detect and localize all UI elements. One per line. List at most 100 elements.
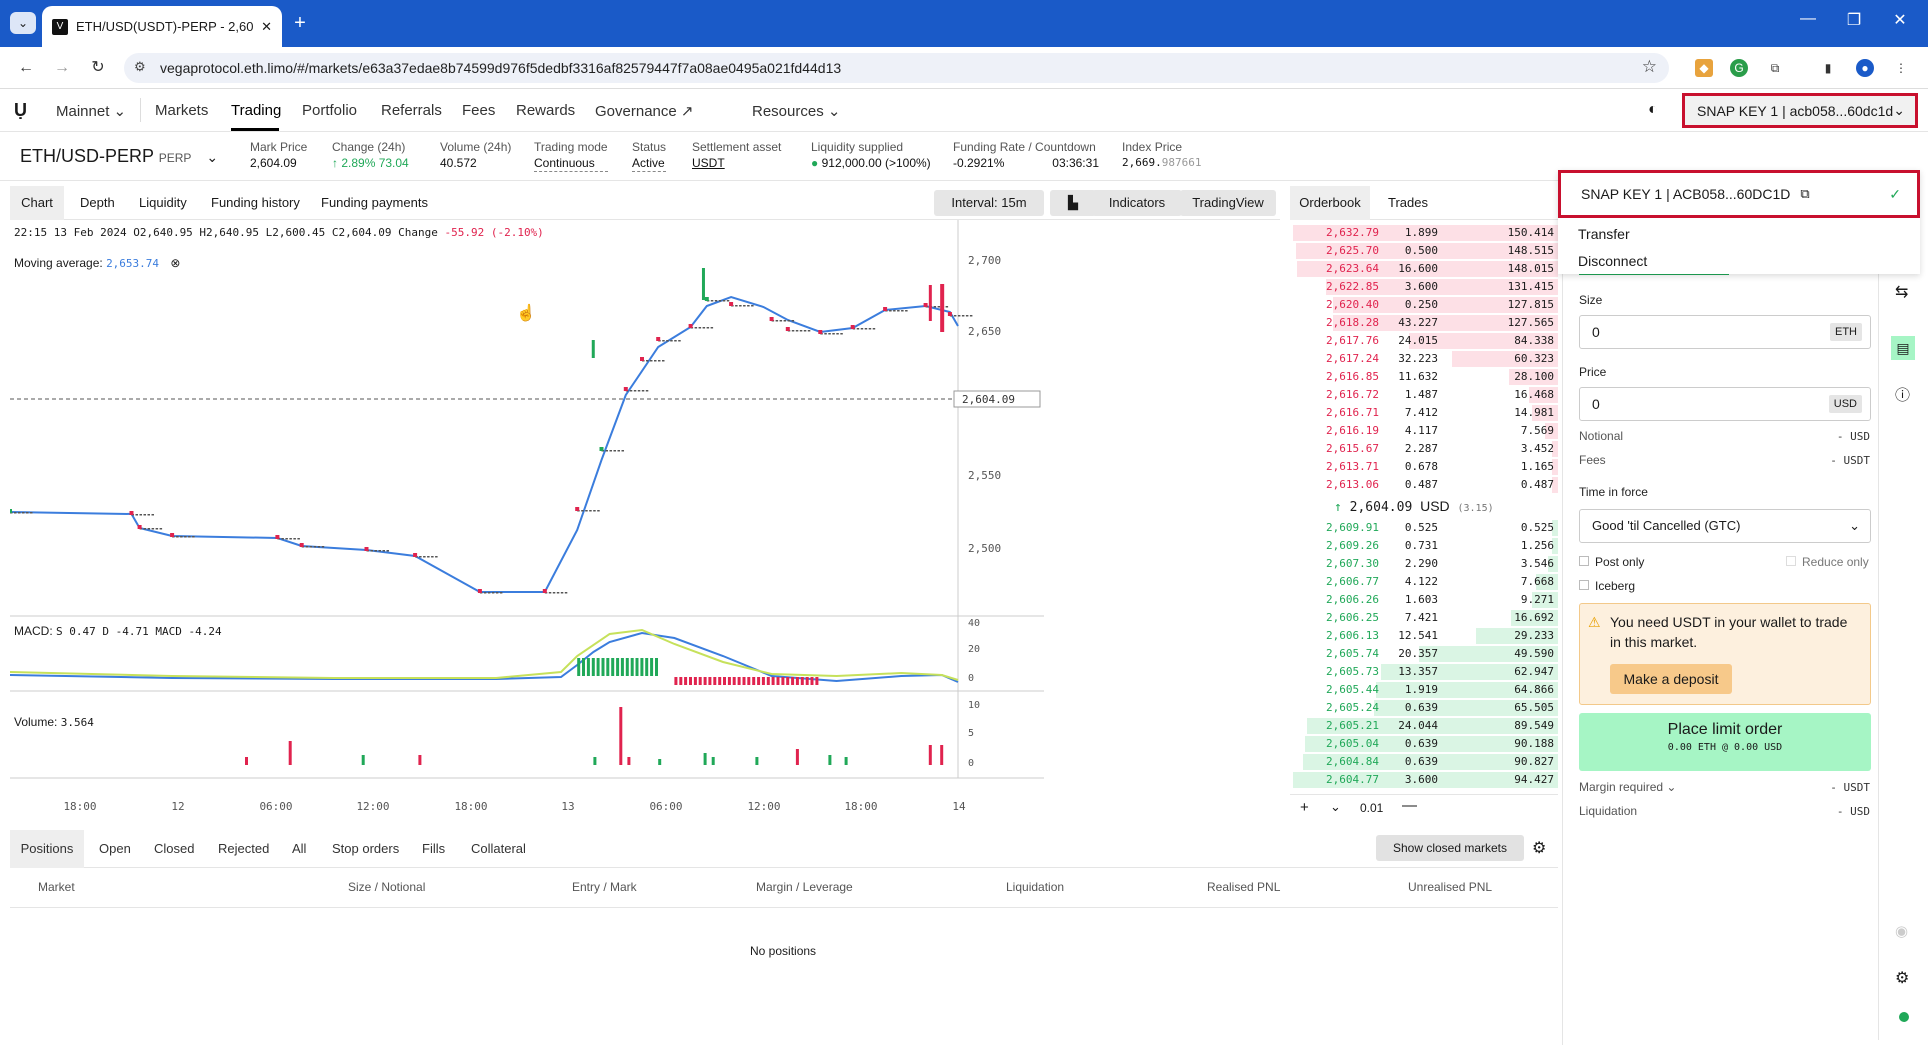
col-market[interactable]: Market: [38, 880, 75, 894]
bid-row[interactable]: 2,605.73 13.357 62.947: [1290, 663, 1558, 681]
bid-price[interactable]: 2,604.84: [1326, 753, 1379, 771]
tab-fills[interactable]: Fills: [422, 841, 445, 856]
ask-price[interactable]: 2,616.72: [1326, 386, 1379, 404]
reduce-only-checkbox[interactable]: Reduce only: [1786, 555, 1869, 569]
bid-row[interactable]: 2,604.84 0.639 90.827: [1290, 753, 1558, 771]
nav-trading[interactable]: Trading: [231, 102, 281, 119]
remove-indicator-icon[interactable]: ⊗: [170, 256, 180, 270]
checkbox[interactable]: [1579, 580, 1589, 590]
close-tab-icon[interactable]: ✕: [261, 19, 272, 35]
ask-row[interactable]: 2,617.24 32.223 60.323: [1290, 350, 1558, 368]
bid-price[interactable]: 2,606.26: [1326, 591, 1379, 609]
metamask-extension-icon[interactable]: ◆: [1695, 59, 1713, 77]
value[interactable]: USDT: [692, 155, 781, 171]
bid-row[interactable]: 2,609.26 0.731 1.256: [1290, 537, 1558, 555]
bid-row[interactable]: 2,606.13 12.541 29.233: [1290, 627, 1558, 645]
tab-all[interactable]: All: [292, 841, 306, 856]
ticket-icon[interactable]: ▤: [1891, 336, 1915, 360]
ask-row[interactable]: 2,622.85 3.600 131.415: [1290, 278, 1558, 296]
interval-button[interactable]: Interval: 15m: [934, 190, 1044, 216]
site-info-icon[interactable]: ⚙: [134, 59, 146, 75]
bid-price[interactable]: 2,606.13: [1326, 627, 1379, 645]
bid-row[interactable]: 2,606.25 7.421 16.692: [1290, 609, 1558, 627]
ask-row[interactable]: 2,616.72 1.487 16.468: [1290, 386, 1558, 404]
chart-type-icon[interactable]: ▙: [1050, 190, 1096, 216]
tab-search-icon[interactable]: ⌄: [10, 12, 36, 34]
bid-row[interactable]: 2,605.21 24.044 89.549: [1290, 717, 1558, 735]
minus-icon[interactable]: —: [1402, 797, 1417, 814]
indicators-button[interactable]: Indicators: [1092, 190, 1182, 216]
bid-price[interactable]: 2,604.77: [1326, 771, 1379, 789]
ask-row[interactable]: 2,615.67 2.287 3.452: [1290, 440, 1558, 458]
browser-tab[interactable]: V ETH/USD(USDT)-PERP - 2,604.0 ✕: [42, 6, 282, 47]
ask-row[interactable]: 2,618.28 43.227 127.565: [1290, 314, 1558, 332]
reload-icon[interactable]: ↻: [84, 55, 112, 81]
wallet-button[interactable]: SNAP KEY 1 | acb058...60dc1d ⌄: [1682, 93, 1918, 128]
ask-row[interactable]: 2,616.85 11.632 28.100: [1290, 368, 1558, 386]
col-unrealised-pnl[interactable]: Unrealised PNL: [1408, 880, 1492, 894]
vega-logo[interactable]: Ụ: [14, 100, 27, 121]
bid-price[interactable]: 2,605.74: [1326, 645, 1379, 663]
network-switcher[interactable]: Mainnet ⌄: [56, 102, 126, 120]
bid-price[interactable]: 2,606.77: [1326, 573, 1379, 591]
nav-portfolio[interactable]: Portfolio: [302, 102, 357, 119]
ask-row[interactable]: 2,613.71 0.678 1.165: [1290, 458, 1558, 476]
bid-price[interactable]: 2,609.26: [1326, 537, 1379, 555]
ask-price[interactable]: 2,613.06: [1326, 476, 1379, 494]
bid-price[interactable]: 2,605.21: [1326, 717, 1379, 735]
ask-row[interactable]: 2,623.64 16.600 148.015: [1290, 260, 1558, 278]
nav-fees[interactable]: Fees: [462, 102, 495, 119]
place-order-button[interactable]: Place limit order 0.00 ETH @ 0.00 USD: [1579, 713, 1871, 771]
ask-price[interactable]: 2,616.71: [1326, 404, 1379, 422]
post-only-checkbox[interactable]: Post only: [1579, 555, 1644, 569]
tab-positions[interactable]: Positions: [10, 830, 84, 868]
ask-price[interactable]: 2,613.71: [1326, 458, 1379, 476]
margin-required[interactable]: Margin required ⌄: [1579, 780, 1676, 794]
transfer-item[interactable]: Transfer: [1578, 226, 1630, 242]
price-chart[interactable]: 2,700 2,650 2,550 2,500 2,604.09 40 20 0 10 5 0 18:…: [10, 220, 1280, 810]
grammarly-extension-icon[interactable]: G: [1730, 59, 1748, 77]
nav-resources[interactable]: Resources ⌄: [752, 102, 840, 120]
iceberg-checkbox[interactable]: Iceberg: [1579, 579, 1635, 593]
side-panel-icon[interactable]: ▮: [1819, 59, 1837, 77]
checkbox[interactable]: [1786, 556, 1796, 566]
bid-price[interactable]: 2,605.44: [1326, 681, 1379, 699]
market-selector[interactable]: ETH/USD-PERP PERP ⌄: [20, 146, 218, 167]
ask-price[interactable]: 2,622.85: [1326, 278, 1379, 296]
price-input[interactable]: 0 USD: [1579, 387, 1871, 421]
theme-toggle-icon[interactable]: ◐: [1648, 101, 1658, 119]
tab-liquidity[interactable]: Liquidity: [139, 195, 187, 210]
gear-icon[interactable]: ⚙: [1532, 838, 1546, 858]
selected-key[interactable]: SNAP KEY 1 | ACB058...60DC1D ⧉ ✓: [1558, 170, 1920, 218]
bookmark-star-icon[interactable]: ☆: [1642, 57, 1657, 77]
tab-chart[interactable]: Chart: [10, 186, 64, 220]
profile-avatar-icon[interactable]: ●: [1856, 59, 1874, 77]
copy-icon[interactable]: ⧉: [1800, 186, 1809, 202]
bid-row[interactable]: 2,605.74 20.357 49.590: [1290, 645, 1558, 663]
ask-row[interactable]: 2,616.19 4.117 7.569: [1290, 422, 1558, 440]
ask-price[interactable]: 2,617.24: [1326, 350, 1379, 368]
tab-trades[interactable]: Trades: [1388, 195, 1428, 210]
bid-row[interactable]: 2,606.26 1.603 9.271: [1290, 591, 1558, 609]
make-deposit-button[interactable]: Make a deposit: [1610, 664, 1732, 694]
tab-stop-orders[interactable]: Stop orders: [332, 841, 399, 856]
checkbox[interactable]: [1579, 556, 1589, 566]
bid-row[interactable]: 2,605.24 0.639 65.505: [1290, 699, 1558, 717]
ask-price[interactable]: 2,618.28: [1326, 314, 1379, 332]
restore-icon[interactable]: ❐: [1834, 10, 1874, 30]
tab-closed[interactable]: Closed: [154, 841, 194, 856]
ask-row[interactable]: 2,613.06 0.487 0.487: [1290, 476, 1558, 494]
nav-rewards[interactable]: Rewards: [516, 102, 575, 119]
bid-row[interactable]: 2,605.04 0.639 90.188: [1290, 735, 1558, 753]
ask-row[interactable]: 2,617.76 24.015 84.338: [1290, 332, 1558, 350]
ask-price[interactable]: 2,632.79: [1326, 224, 1379, 242]
bid-price[interactable]: 2,605.04: [1326, 735, 1379, 753]
bid-row[interactable]: 2,604.77 3.600 94.427: [1290, 771, 1558, 789]
tab-orderbook[interactable]: Orderbook: [1290, 186, 1370, 220]
browser-menu-icon[interactable]: ⋮: [1892, 59, 1910, 77]
new-tab-icon[interactable]: +: [288, 12, 312, 35]
tif-select[interactable]: Good 'til Cancelled (GTC) ⌄: [1579, 509, 1871, 543]
tab-funding-history[interactable]: Funding history: [211, 195, 300, 210]
bid-row[interactable]: 2,609.91 0.525 0.525: [1290, 519, 1558, 537]
value[interactable]: Continuous: [534, 155, 608, 172]
